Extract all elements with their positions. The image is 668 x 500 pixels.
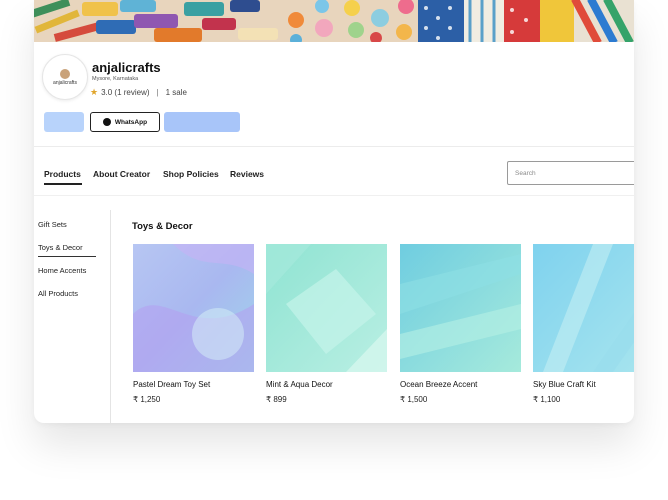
shop-rating: 3.0 (1 review) <box>101 88 150 97</box>
product-card[interactable]: Sky Blue Craft Kit ₹ 1,100 <box>533 244 634 404</box>
section-title: Toys & Decor <box>132 221 193 232</box>
product-image[interactable] <box>400 244 521 372</box>
tab-products[interactable]: Products <box>44 169 81 179</box>
product-name[interactable]: Ocean Breeze Accent <box>400 380 522 389</box>
product-name[interactable]: Pastel Dream Toy Set <box>133 380 255 389</box>
whatsapp-button[interactable]: WhatsApp <box>90 112 160 132</box>
action-button-2[interactable] <box>164 112 240 132</box>
product-name[interactable]: Mint & Aqua Decor <box>266 380 388 389</box>
sidebar-active-underline <box>38 256 96 257</box>
product-card[interactable]: Mint & Aqua Decor ₹ 899 <box>266 244 388 404</box>
search-input[interactable] <box>507 161 634 185</box>
product-price: ₹ 899 <box>266 395 287 404</box>
tab-about-creator[interactable]: About Creator <box>93 169 150 179</box>
star-icon: ★ <box>90 87 99 97</box>
product-price: ₹ 1,100 <box>533 395 561 404</box>
product-image[interactable] <box>533 244 634 372</box>
product-card[interactable]: Pastel Dream Toy Set ₹ 1,250 <box>133 244 255 404</box>
tabs-divider <box>34 195 634 196</box>
shop-sales: 1 sale <box>165 88 187 97</box>
shop-meta: ★ 3.0 (1 review) | 1 sale <box>90 87 187 98</box>
product-name[interactable]: Sky Blue Craft Kit <box>533 380 634 389</box>
whatsapp-icon <box>102 118 111 126</box>
product-price: ₹ 1,500 <box>400 395 428 404</box>
tab-reviews[interactable]: Reviews <box>230 169 264 179</box>
sidebar-divider <box>110 210 111 423</box>
shop-avatar: anjalicrafts <box>42 54 88 100</box>
sidebar-item-all-products[interactable]: All Products <box>38 289 78 298</box>
tab-shop-policies[interactable]: Shop Policies <box>163 169 219 179</box>
header-divider <box>34 146 634 147</box>
sidebar-item-gift-sets[interactable]: Gift Sets <box>38 220 67 229</box>
meta-separator: | <box>156 88 159 97</box>
whatsapp-button-label: WhatsApp <box>114 118 148 126</box>
product-price: ₹ 1,250 <box>133 395 161 404</box>
shop-name: anjalicrafts <box>92 60 161 75</box>
shop-logo-text: anjalicrafts <box>53 79 77 86</box>
sidebar-item-home-accents[interactable]: Home Accents <box>38 266 86 275</box>
shop-banner-image <box>34 0 634 42</box>
shop-logo-mark <box>60 68 70 79</box>
product-image[interactable] <box>266 244 387 372</box>
product-image[interactable] <box>133 244 254 372</box>
sidebar-item-toys-decor[interactable]: Toys & Decor <box>38 243 83 252</box>
tab-products-underline <box>44 183 82 185</box>
product-card[interactable]: Ocean Breeze Accent ₹ 1,500 <box>400 244 522 404</box>
shop-location: Mysore, Karnataka <box>92 76 139 82</box>
action-button-1[interactable] <box>44 112 84 132</box>
shop-page-card: anjalicrafts anjalicrafts Mysore, Karnat… <box>34 0 634 423</box>
